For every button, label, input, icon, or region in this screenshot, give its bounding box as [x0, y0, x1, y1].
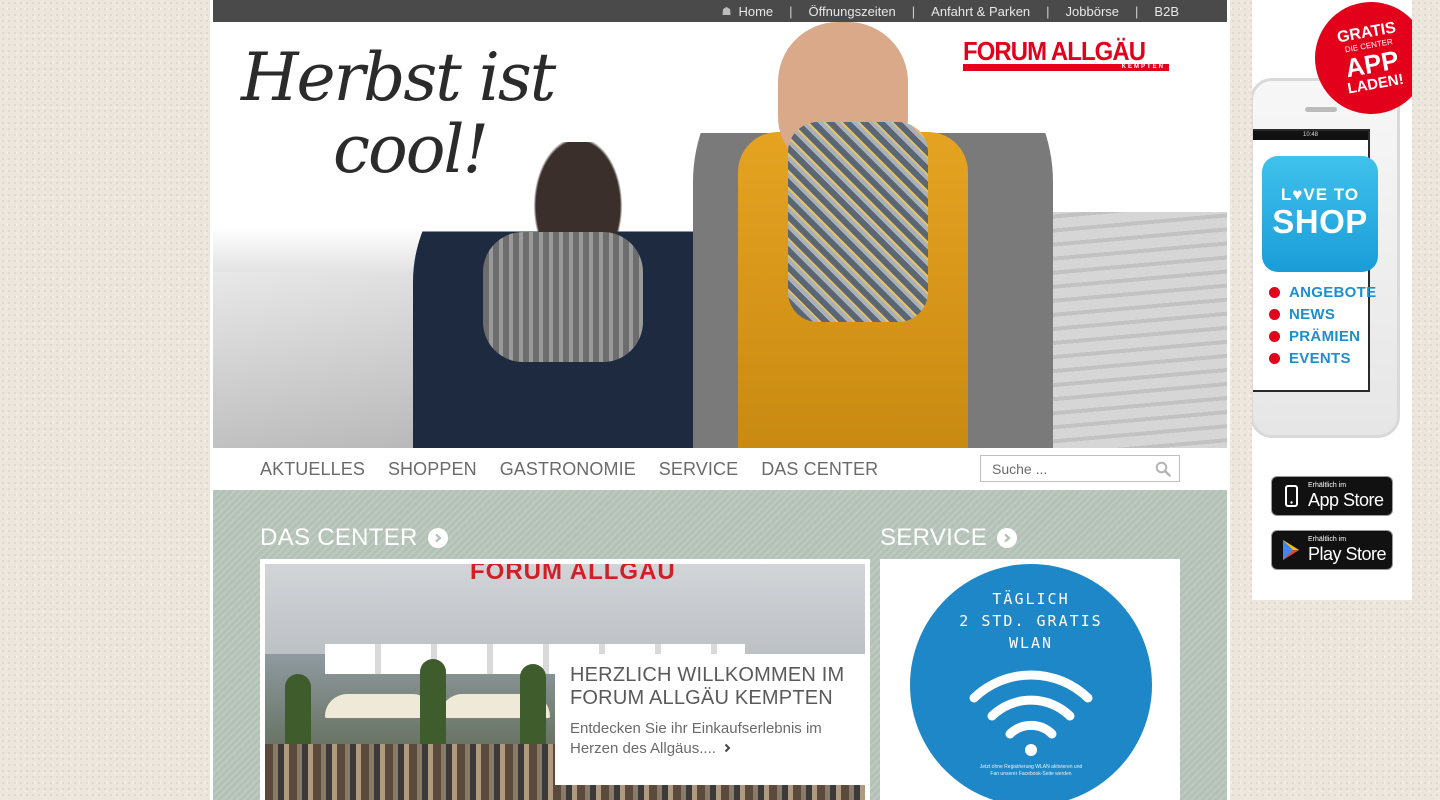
hero-slogan: Herbst ist cool! — [241, 42, 561, 186]
section-title-service-label: SERVICE — [880, 524, 988, 551]
app-store-big: App Store — [1308, 490, 1384, 510]
search-box — [980, 455, 1180, 482]
app-store-button[interactable]: Erhältlich im App Store — [1271, 476, 1393, 516]
bullet-icon — [1269, 286, 1280, 298]
app-feature-label: NEWS — [1289, 305, 1336, 323]
hero-banner[interactable]: Herbst ist cool! FORUM ALLGÄU KEMPTEN — [213, 22, 1227, 448]
photo-sign: FORUM ALLGÄU — [470, 564, 676, 585]
app-feature-label: PRÄMIEN — [1289, 327, 1361, 345]
phone-icon — [1285, 485, 1298, 507]
play-store-big: Play Store — [1308, 544, 1387, 564]
app-store-small: Erhältlich im — [1308, 482, 1347, 489]
main-nav: AKTUELLES SHOPPEN GASTRONOMIE SERVICE DA… — [213, 448, 1227, 490]
app-feature-list: ANGEBOTE NEWS PRÄMIEN EVENTS — [1269, 281, 1376, 369]
top-bar: ☗ Home | Öffnungszeiten | Anfahrt & Park… — [213, 0, 1227, 22]
hero-slogan-line2: cool! — [333, 111, 489, 188]
welcome-title[interactable]: HERZLICH WILLKOMMEN IM FORUM ALLGÄU KEMP… — [570, 664, 855, 710]
logo-subtext: KEMPTEN — [1121, 64, 1165, 70]
app-feature-label: ANGEBOTE — [1289, 283, 1377, 301]
topnav-home-label[interactable]: Home — [738, 4, 773, 19]
app-tile-line1: L♥VE TO — [1280, 185, 1360, 204]
play-store-small: Erhältlich im — [1308, 536, 1347, 543]
wlan-note: Jetzt ohne Registrierung WLAN aktivieren… — [979, 764, 1083, 777]
app-feature-label: EVENTS — [1289, 349, 1351, 367]
hero-scarf-right — [788, 122, 928, 322]
content-area: DAS CENTER SERVICE FORUM ALLGÄU HERZLICH… — [213, 490, 1227, 800]
topnav-home-link[interactable]: ☗ Home — [722, 4, 774, 19]
bullet-icon — [1269, 308, 1280, 320]
play-store-button[interactable]: Erhältlich im Play Store — [1271, 530, 1393, 570]
phone-speaker — [1305, 107, 1337, 112]
topnav-link-jobs[interactable]: Jobbörse — [1066, 4, 1119, 19]
topnav-link-opening-hours[interactable]: Öffnungszeiten — [809, 4, 896, 19]
topnav-separator: | — [789, 3, 793, 19]
app-tile-line2: SHOP — [1272, 203, 1368, 240]
section-title-service[interactable]: SERVICE — [880, 524, 1018, 552]
center-card[interactable]: FORUM ALLGÄU HERZLICH WILLKOMMEN IM FORU… — [260, 559, 870, 800]
service-card[interactable]: TÄGLICH 2 STD. GRATIS WLAN Jetzt ohne Re… — [880, 559, 1180, 800]
play-store-icon — [1283, 540, 1299, 560]
arrow-circle-right-icon[interactable] — [997, 528, 1018, 548]
app-feature: NEWS — [1269, 303, 1376, 325]
wlan-badge[interactable]: TÄGLICH 2 STD. GRATIS WLAN Jetzt ohne Re… — [910, 564, 1152, 800]
welcome-text-body: Entdecken Sie ihr Einkaufserlebnis im He… — [570, 720, 822, 757]
nav-item-gastronomie[interactable]: GASTRONOMIE — [500, 459, 636, 480]
section-title-center-label: DAS CENTER — [260, 524, 418, 551]
nav-item-das-center[interactable]: DAS CENTER — [761, 459, 878, 480]
photo-umbrella — [325, 694, 435, 718]
nav-item-service[interactable]: SERVICE — [659, 459, 738, 480]
topnav-separator: | — [1046, 3, 1050, 19]
app-feature: EVENTS — [1269, 347, 1376, 369]
home-icon: ☗ — [721, 5, 732, 18]
wifi-icon — [969, 670, 1093, 756]
topnav-link-b2b[interactable]: B2B — [1154, 4, 1179, 19]
topnav-link-directions[interactable]: Anfahrt & Parken — [931, 4, 1030, 19]
love-to-shop-app-icon: L♥VE TO SHOP — [1262, 156, 1378, 272]
welcome-teaser[interactable]: HERZLICH WILLKOMMEN IM FORUM ALLGÄU KEMP… — [555, 654, 865, 785]
nav-item-aktuelles[interactable]: AKTUELLES — [260, 459, 365, 480]
bullet-icon — [1269, 352, 1280, 364]
search-icon[interactable] — [1155, 461, 1171, 477]
app-advertisement[interactable]: 10:48 L♥VE TO SHOP ANGEBOTE NEWS PRÄMIEN… — [1252, 0, 1412, 600]
app-feature: PRÄMIEN — [1269, 325, 1376, 347]
bullet-icon — [1269, 330, 1280, 342]
nav-item-shoppen[interactable]: SHOPPEN — [388, 459, 477, 480]
arrow-circle-right-icon[interactable] — [427, 528, 448, 548]
play-store-label: Erhältlich im Play Store — [1308, 536, 1387, 564]
section-title-center[interactable]: DAS CENTER — [260, 524, 448, 552]
topnav-separator: | — [911, 3, 916, 19]
chevron-right-icon[interactable] — [724, 742, 731, 756]
app-store-label: Erhältlich im App Store — [1308, 482, 1384, 510]
main-menu: AKTUELLES SHOPPEN GASTRONOMIE SERVICE DA… — [260, 459, 901, 480]
site-logo[interactable]: FORUM ALLGÄU KEMPTEN — [963, 37, 1169, 71]
search-input[interactable] — [981, 460, 1151, 477]
app-feature: ANGEBOTE — [1269, 281, 1376, 303]
welcome-text: Entdecken Sie ihr Einkaufserlebnis im He… — [570, 719, 855, 759]
hero-scarf-left — [483, 232, 643, 362]
phone-statusbar: 10:48 — [1253, 131, 1368, 140]
center-photo[interactable]: FORUM ALLGÄU HERZLICH WILLKOMMEN IM FORU… — [265, 564, 865, 800]
page-container: ☗ Home | Öffnungszeiten | Anfahrt & Park… — [210, 0, 1230, 800]
hero-slogan-line1: Herbst ist — [241, 39, 556, 116]
wlan-headline: TÄGLICH 2 STD. GRATIS WLAN — [959, 590, 1103, 652]
topnav-separator: | — [1135, 3, 1139, 19]
logo-text: FORUM ALLGÄU — [963, 36, 1146, 66]
